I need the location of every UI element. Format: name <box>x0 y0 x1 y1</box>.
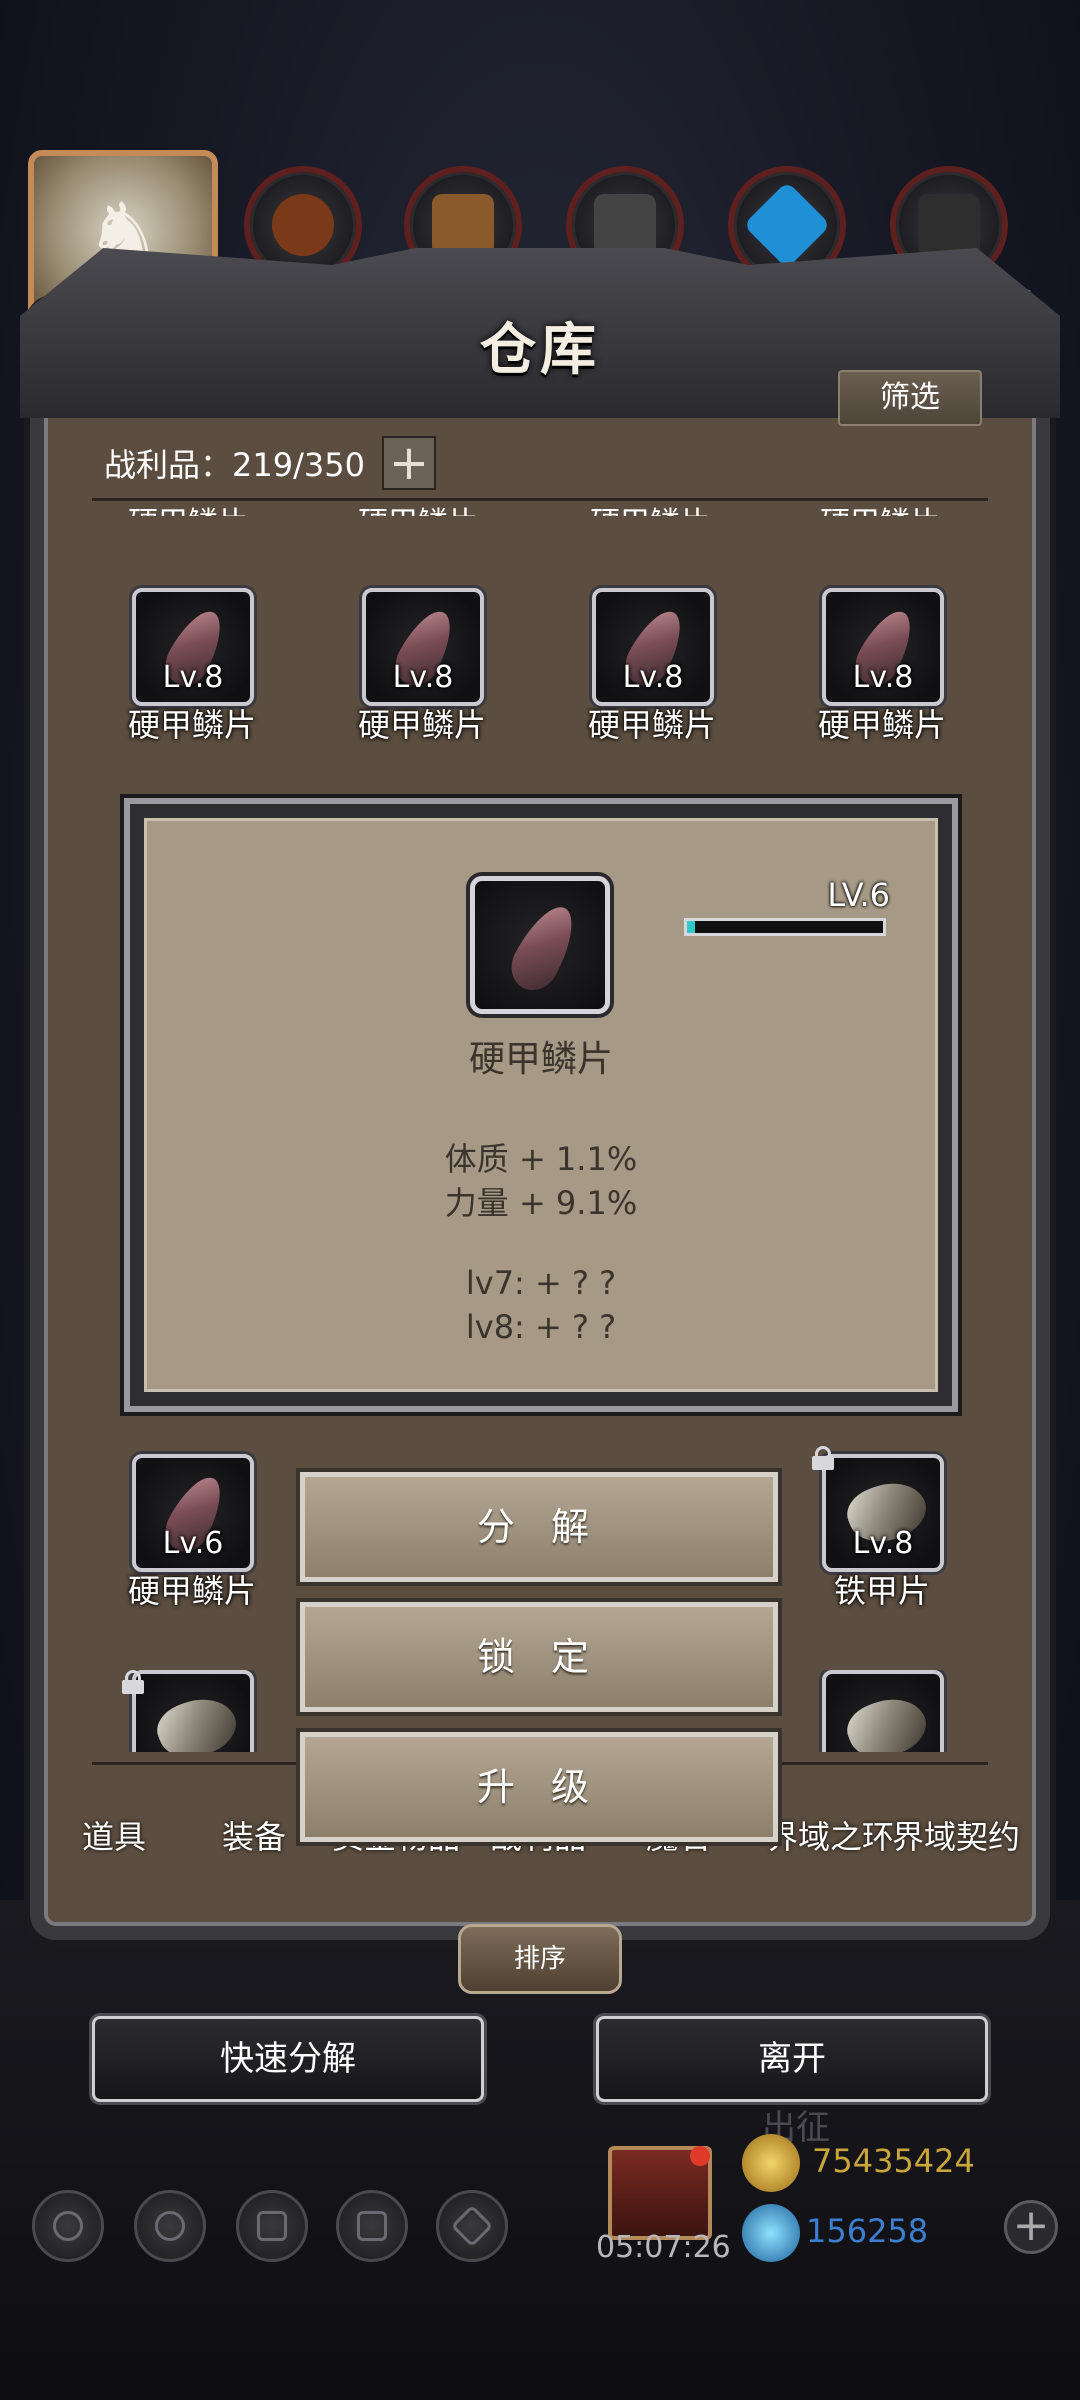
item-name: 硬甲鳞片 <box>357 706 486 744</box>
loot-count: 战利品：219/350 <box>104 446 365 484</box>
lock-button[interactable]: 锁 定 <box>300 1602 778 1712</box>
notification-dot <box>690 2146 710 2166</box>
shop-icon[interactable] <box>436 2190 508 2262</box>
item-level: Lv.8 <box>852 1526 914 1561</box>
page-title: 仓库 <box>480 317 600 383</box>
gem-icon <box>742 2204 800 2262</box>
tab-realm-contract[interactable]: 界域契约 <box>892 1812 1020 1858</box>
stat-line: 力量 + 9.1% <box>444 1184 638 1222</box>
gold-coin-icon <box>742 2134 800 2192</box>
item-name-partial: 硬甲鳞片 <box>128 498 248 516</box>
item-slot[interactable]: Lv.6 硬甲鳞片 <box>92 1454 292 1624</box>
popup-item-frame <box>470 876 610 1014</box>
item-name: 硬甲鳞片 <box>587 706 716 744</box>
next-level-line: lv7: + ? ? <box>465 1264 617 1302</box>
disassemble-button[interactable]: 分 解 <box>300 1472 778 1582</box>
item-slot[interactable]: Lv.8 硬甲鳞片 <box>552 588 752 758</box>
item-slot[interactable]: Lv.8 铁甲片 <box>782 1446 982 1624</box>
lock-icon <box>122 1670 144 1694</box>
item-slot[interactable]: Lv.8 硬甲鳞片 <box>782 588 982 758</box>
item-slot[interactable]: Lv.8 硬甲鳞片 <box>322 588 522 758</box>
item-frame <box>822 1670 944 1752</box>
upgrade-button[interactable]: 升 级 <box>300 1732 778 1842</box>
item-name: 铁甲片 <box>833 1572 930 1610</box>
guild-icon[interactable] <box>236 2190 308 2262</box>
popup-item-name: 硬甲鳞片 <box>468 1039 613 1080</box>
tab-equipment[interactable]: 装备 <box>222 1812 286 1858</box>
filter-button[interactable]: 筛选 <box>838 370 982 426</box>
item-level: Lv.8 <box>392 660 454 695</box>
sort-button[interactable]: 排序 <box>458 1924 622 1994</box>
add-currency-button[interactable]: + <box>1004 2200 1058 2254</box>
settings-icon[interactable] <box>32 2190 104 2262</box>
item-name-partial: 硬甲鳞片 <box>358 498 478 516</box>
achievement-icon[interactable] <box>134 2190 206 2262</box>
quick-disassemble-button[interactable]: 快速分解 <box>92 2016 484 2102</box>
gold-amount: 75435424 <box>812 2142 975 2180</box>
item-frame <box>132 1670 254 1752</box>
item-level: Lv.6 <box>162 1526 224 1561</box>
item-name-partial: 硬甲鳞片 <box>820 498 940 516</box>
scale-icon <box>502 897 586 999</box>
item-slot[interactable]: Lv.8 硬甲鳞片 <box>92 588 292 758</box>
xp-progress-bar <box>684 918 886 936</box>
iron-plate-icon <box>840 1687 934 1752</box>
item-level: Lv.8 <box>162 660 224 695</box>
tab-realm-ring[interactable]: 界域之环 <box>766 1812 894 1858</box>
item-name: 硬甲鳞片 <box>817 706 946 744</box>
next-level-line: lv8: + ? ? <box>465 1308 617 1346</box>
lock-icon <box>812 1446 834 1470</box>
iron-plate-icon <box>150 1687 244 1752</box>
expand-storage-button[interactable]: + <box>382 436 436 490</box>
item-name: 硬甲鳞片 <box>127 1572 256 1610</box>
item-level: Lv.8 <box>852 660 914 695</box>
leave-button[interactable]: 离开 <box>596 2016 988 2102</box>
item-slot[interactable] <box>92 1670 292 1752</box>
item-name: 硬甲鳞片 <box>127 706 256 744</box>
item-name-partial: 硬甲鳞片 <box>590 498 710 516</box>
item-slot[interactable] <box>782 1670 982 1752</box>
gift-timer: 05:07:26 <box>596 2230 731 2265</box>
mail-icon[interactable] <box>336 2190 408 2262</box>
gem-amount: 156258 <box>806 2212 929 2250</box>
xp-progress-fill <box>687 921 695 933</box>
item-level: Lv.8 <box>622 660 684 695</box>
popup-level: LV.6 <box>827 876 890 914</box>
tab-items[interactable]: 道具 <box>82 1812 146 1858</box>
stat-line: 体质 + 1.1% <box>444 1140 638 1178</box>
